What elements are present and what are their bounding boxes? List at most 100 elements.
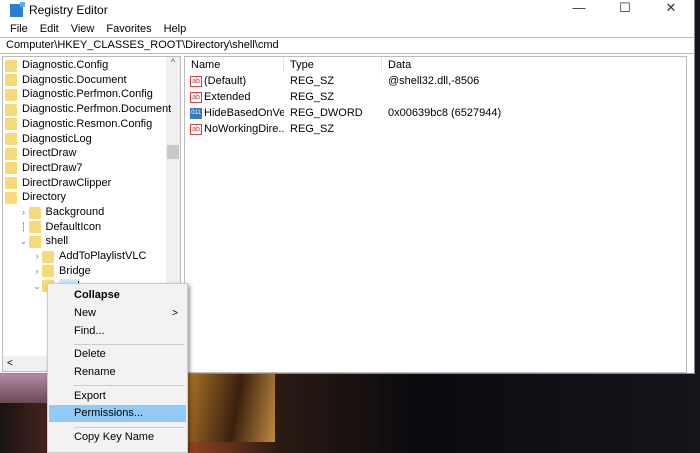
maximize-button[interactable]: ☐ <box>602 0 648 20</box>
tree-item-label: DefaultIcon <box>45 220 102 233</box>
menu-item-copy-key-name[interactable]: Copy Key Name <box>49 429 186 446</box>
value-data: 0x00639bc8 (6527944) <box>388 107 502 119</box>
menu-item-collapse[interactable]: Collapse <box>49 287 186 304</box>
tree-item[interactable]: DirectDraw7 <box>5 161 83 176</box>
value-row[interactable]: 011HideBasedOnVel... REG_DWORD 0x00639bc8 … <box>185 105 686 121</box>
value-name-label: NoWorkingDire... <box>204 123 284 135</box>
menu-item-rename[interactable]: Rename <box>49 364 186 381</box>
value-type: REG_SZ <box>290 91 335 103</box>
menu-favorites[interactable]: Favorites <box>100 23 157 35</box>
menu-view[interactable]: View <box>65 23 101 35</box>
tree-item-label: Diagnostic.Perfmon.Config <box>22 88 153 101</box>
folder-icon <box>5 133 17 145</box>
string-value-icon: ab <box>190 91 202 103</box>
menu-edit[interactable]: Edit <box>34 23 65 35</box>
tree-item-label: shell <box>45 235 69 248</box>
value-name: ab (Default) <box>185 73 284 89</box>
values-header: Name Type Data <box>185 57 686 73</box>
menu-item-new[interactable]: New > <box>49 305 186 322</box>
menu-separator <box>74 385 184 386</box>
minimize-button[interactable]: — <box>556 0 602 20</box>
chevron-right-icon[interactable]: › <box>32 264 42 279</box>
column-name[interactable]: Name <box>185 57 284 73</box>
menu-item-permissions[interactable]: Permissions... <box>49 405 186 422</box>
context-menu: Collapse New > Find... Delete Rename Expo… <box>47 283 188 453</box>
menu-item-new-label: New <box>74 307 97 319</box>
registry-icon <box>10 1 25 17</box>
menu-separator <box>74 427 184 428</box>
address-bar[interactable]: Computer\HKEY_CLASSES_ROOT\Directory\she… <box>0 37 694 54</box>
menu-file[interactable]: File <box>4 23 34 35</box>
tree-item[interactable]: Diagnostic.Document <box>5 73 127 88</box>
chevron-right-icon[interactable]: › <box>19 205 29 220</box>
menu-item-delete[interactable]: Delete <box>49 346 186 363</box>
folder-icon <box>28 221 41 234</box>
folder-icon <box>28 206 41 219</box>
tree-item-label: DirectDrawClipper <box>22 176 112 189</box>
tree-item-label: DirectDraw7 <box>22 161 83 174</box>
string-value-icon: ab <box>190 123 202 135</box>
menu-separator <box>74 344 184 345</box>
close-button[interactable]: ✕ <box>648 0 694 20</box>
value-row[interactable]: ab (Default) REG_SZ @shell32.dll,-8506 <box>185 73 686 89</box>
tree-item-label: Bridge <box>59 264 91 277</box>
column-type[interactable]: Type <box>284 57 382 73</box>
tree-item-label: Directory <box>22 191 67 204</box>
tree-line-icon: ┆ <box>20 221 27 232</box>
folder-icon <box>5 177 17 190</box>
string-value-icon: ab <box>190 75 202 87</box>
value-type: REG_SZ <box>290 75 335 87</box>
folder-icon <box>5 103 17 116</box>
folder-icon <box>28 235 41 248</box>
menu-help[interactable]: Help <box>158 23 193 35</box>
tree-item[interactable]: ⌄ shell <box>19 234 69 249</box>
folder-icon <box>5 88 17 101</box>
folder-icon <box>5 59 17 72</box>
folder-icon <box>5 162 17 175</box>
value-name: ab NoWorkingDire... <box>185 121 284 137</box>
value-row[interactable]: ab NoWorkingDire... REG_SZ <box>185 121 686 137</box>
chevron-right-icon: > <box>172 308 178 319</box>
title-bar: Registry Editor — ☐ ✕ <box>0 0 694 20</box>
value-type: REG_SZ <box>290 123 335 135</box>
wallpaper-rock <box>175 373 275 442</box>
value-name: ab Extended <box>185 89 284 105</box>
tree-item-label: Diagnostic.Perfmon.Document <box>22 103 172 116</box>
tree-item[interactable]: Diagnostic.Perfmon.Config <box>5 87 153 102</box>
tree-item-label: Diagnostic.Resmon.Config <box>22 117 153 130</box>
values-pane: Name Type Data ab (Default) REG_SZ @shell32… <box>184 56 687 373</box>
chevron-down-icon[interactable]: ⌄ <box>19 234 29 249</box>
folder-icon <box>5 118 17 131</box>
menu-item-find[interactable]: Find... <box>49 323 186 340</box>
tree-item[interactable]: › AddToPlaylistVLC <box>32 249 146 264</box>
binary-value-icon: 011 <box>190 107 202 119</box>
chevron-right-icon[interactable]: › <box>32 249 42 264</box>
tree-item-label: Diagnostic.Document <box>22 73 127 86</box>
tree-item[interactable]: Diagnostic.Resmon.Config <box>5 117 152 132</box>
value-name-label: Extended <box>204 91 251 103</box>
tree-item[interactable]: › Bridge <box>32 264 91 279</box>
tree-item[interactable]: DiagnosticLog <box>5 132 92 147</box>
tree-item-label: Diagnostic.Config <box>22 59 109 71</box>
tree-item[interactable]: ┆ DefaultIcon <box>19 220 102 235</box>
menu-item-export[interactable]: Export <box>49 388 186 405</box>
tree-item[interactable]: DirectDraw <box>5 146 76 161</box>
tree-item[interactable]: Directory <box>5 190 66 205</box>
tree-item[interactable]: DirectDrawClipper <box>5 176 111 191</box>
value-name-label: HideBasedOnVel... <box>204 107 284 119</box>
folder-icon <box>5 191 17 204</box>
tree-item[interactable]: Diagnostic.Perfmon.Document <box>5 102 171 117</box>
chevron-down-icon[interactable]: ⌄ <box>32 279 42 294</box>
scroll-thumb[interactable] <box>167 145 179 159</box>
tree-item[interactable]: Diagnostic.Config <box>5 58 108 73</box>
menu-bar: File Edit View Favorites Help <box>0 20 694 37</box>
tree-item[interactable]: › Background <box>19 205 104 220</box>
tree-item-label: AddToPlaylistVLC <box>59 250 147 263</box>
column-data[interactable]: Data <box>382 57 502 73</box>
value-row[interactable]: ab Extended REG_SZ <box>185 89 686 105</box>
scroll-up-icon[interactable]: ^ <box>166 57 180 67</box>
value-name: 011HideBasedOnVel... <box>185 105 284 121</box>
window-title: Registry Editor <box>29 3 108 17</box>
scroll-left-icon[interactable]: < <box>7 358 13 369</box>
tree-item-label: DiagnosticLog <box>22 132 92 145</box>
